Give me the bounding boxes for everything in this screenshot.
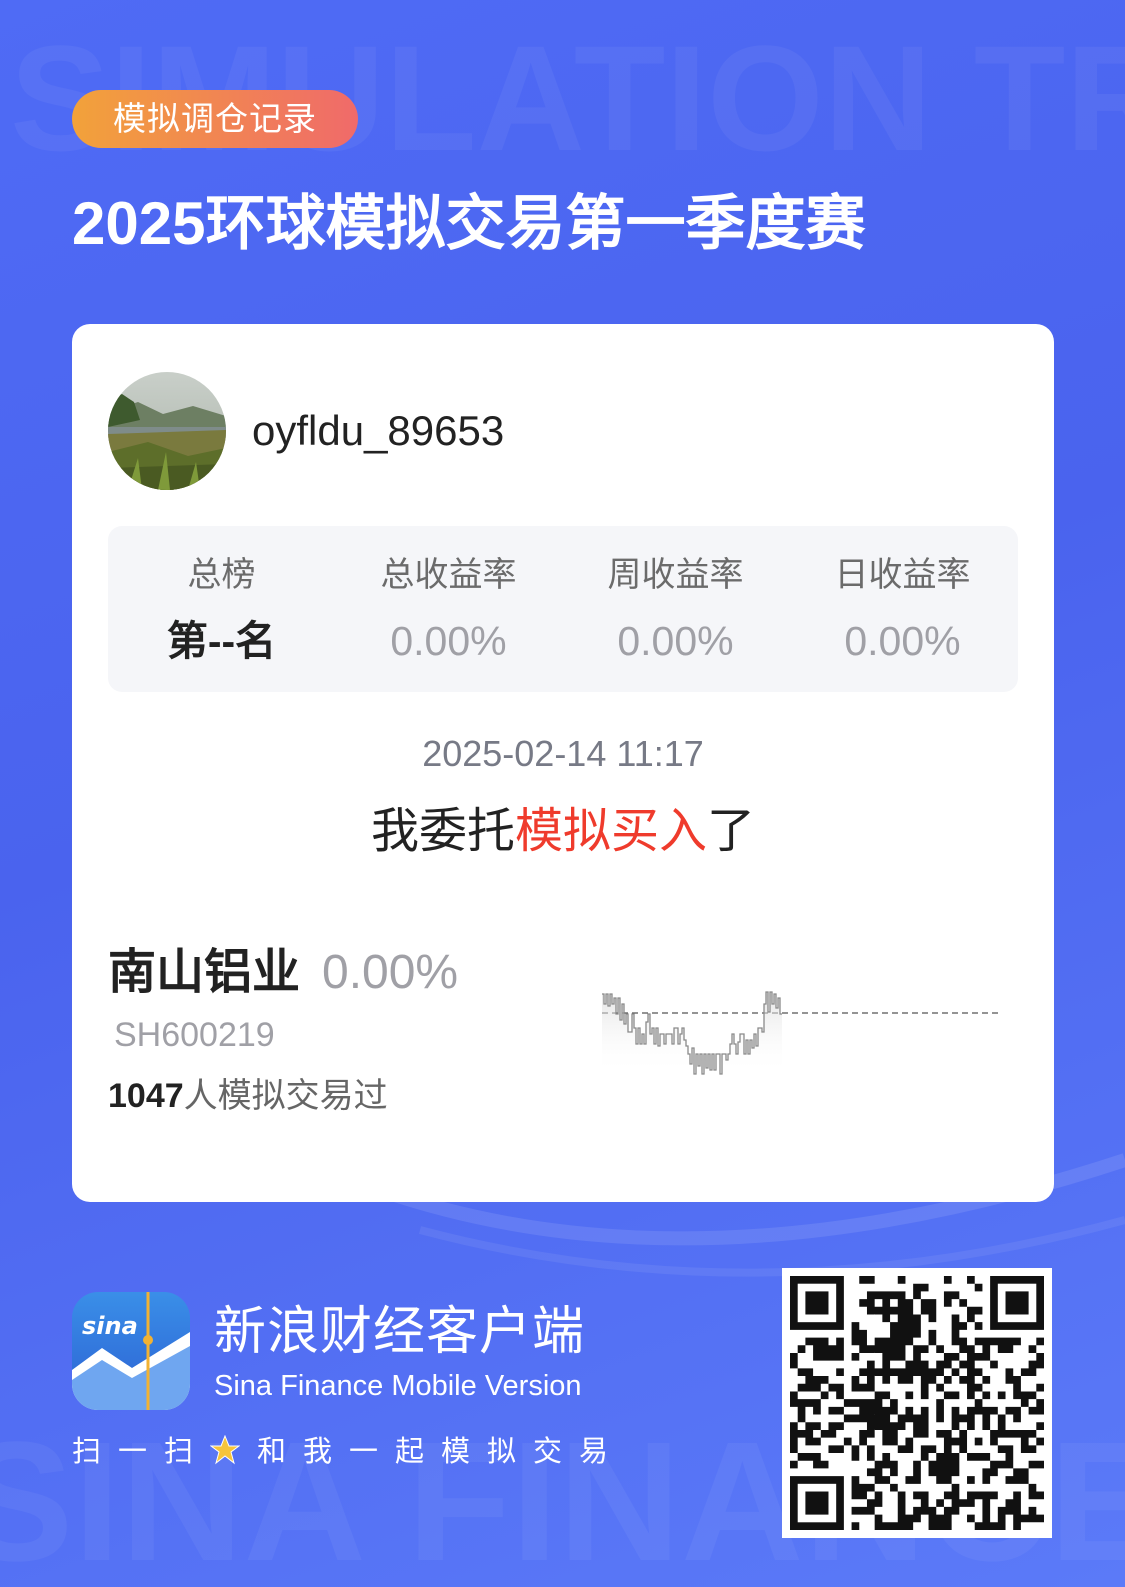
action-prefix: 我委托: [370, 805, 515, 858]
stock-change: 0.00%: [322, 946, 459, 999]
stat-label: 总收益率: [380, 556, 517, 594]
record-tag: 模拟调仓记录: [72, 90, 358, 148]
username[interactable]: oyfldu_89653: [252, 406, 504, 456]
stat-daily-return: 日收益率 0.00%: [789, 526, 1016, 692]
scan-invite: 扫一扫 和我一起模拟交易: [72, 1430, 625, 1474]
qr-finder-1: [990, 1276, 1044, 1330]
avatar-image: [108, 372, 226, 490]
action-suffix: 了: [707, 805, 756, 858]
stat-value: 0.00%: [844, 618, 961, 664]
qr-code[interactable]: [782, 1268, 1052, 1538]
logo-text: sina: [82, 1312, 138, 1340]
app-name: 新浪财经客户端: [214, 1303, 586, 1361]
stat-weekly-return: 周收益率 0.00%: [562, 526, 789, 692]
scan-text-before: 扫一扫: [72, 1436, 211, 1468]
trade-action: 我委托模拟买入了: [72, 802, 1054, 862]
app-subtitle: Sina Finance Mobile Version: [214, 1370, 582, 1402]
share-poster: SIMULATION TRADING SINA FINANCE 模拟调仓记录 2…: [0, 0, 1125, 1587]
stat-total-return: 总收益率 0.00%: [335, 526, 562, 692]
sina-logo-icon: sina: [72, 1292, 190, 1410]
page-title: 2025环球模拟交易第一季度赛: [72, 190, 866, 257]
sina-finance-logo: sina: [72, 1292, 190, 1410]
qr-finder-2: [790, 1476, 844, 1530]
stat-label: 总榜: [187, 556, 256, 594]
trade-card: oyfldu_89653 总榜 第--名 总收益率 0.00% 周收益率 0.0…: [72, 324, 1054, 1202]
stats-panel: 总榜 第--名 总收益率 0.00% 周收益率 0.00% 日收益率 0.00%: [108, 526, 1018, 692]
stat-value: 第--名: [166, 618, 277, 664]
action-highlight: 模拟买入: [514, 805, 707, 858]
stat-value: 0.00%: [617, 618, 734, 664]
trader-count: 1047人模拟交易过: [108, 1074, 388, 1118]
stock-name[interactable]: 南山铝业: [108, 944, 300, 1002]
qr-finder-0: [790, 1276, 844, 1330]
stat-label: 周收益率: [607, 556, 744, 594]
avatar[interactable]: [108, 372, 226, 490]
stat-label: 日收益率: [834, 556, 971, 594]
trader-count-number: 1047: [108, 1077, 184, 1115]
trader-count-suffix: 人模拟交易过: [183, 1077, 388, 1115]
qr-code-icon: [790, 1276, 1044, 1530]
star-icon: [210, 1435, 241, 1465]
stock-code: SH600219: [114, 1016, 275, 1054]
stat-rank: 总榜 第--名: [108, 526, 335, 692]
trade-time: 2025-02-14 11:17: [422, 733, 704, 774]
stat-value: 0.00%: [390, 618, 507, 664]
scan-text-after: 和我一起模拟交易: [257, 1436, 626, 1468]
intraday-sparkline: [602, 991, 1002, 1075]
